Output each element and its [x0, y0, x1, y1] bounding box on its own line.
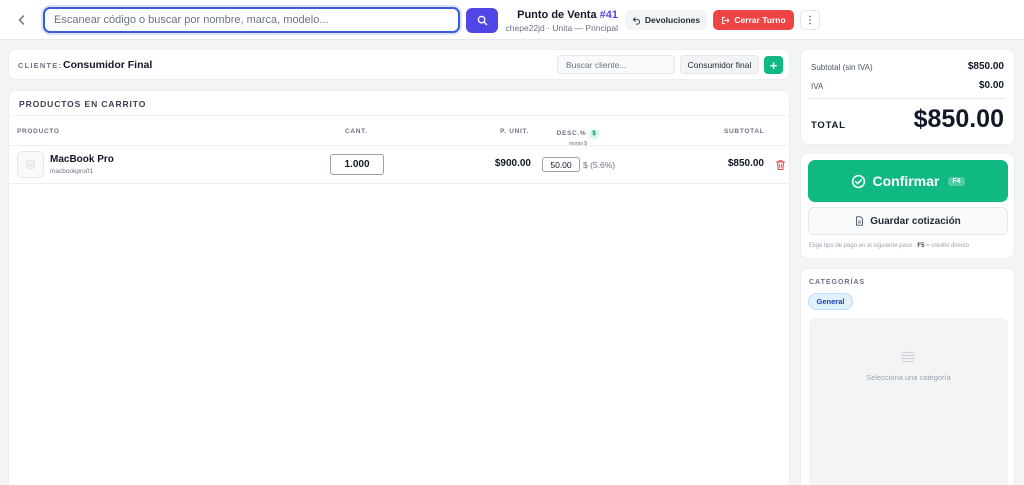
- category-chip-general[interactable]: General: [808, 293, 853, 310]
- col-cant: CANT.: [345, 128, 368, 135]
- product-sku: macbookpro01: [50, 168, 93, 175]
- total-value: $850.00: [913, 105, 1004, 133]
- cliente-search-input[interactable]: [557, 55, 675, 74]
- remove-item-button[interactable]: [775, 158, 786, 171]
- subtotal-value: $850.00: [967, 61, 1004, 72]
- confirm-button[interactable]: Confirmar F4: [808, 160, 1008, 202]
- pos-title: Punto de Venta #41: [505, 9, 618, 21]
- total-label: TOTAL: [811, 120, 846, 131]
- quantity-input[interactable]: [330, 154, 384, 175]
- cart-row: MacBook Pro macbookpro01 $900.00 $ (5.6%…: [9, 146, 789, 184]
- col-punit: P. UNIT.: [500, 128, 529, 135]
- confirm-label: Confirmar: [872, 173, 940, 189]
- hint-key: F5: [917, 243, 925, 249]
- iva-value: $0.00: [978, 80, 1004, 91]
- col-producto: PRODUCTO: [17, 128, 60, 135]
- cerrar-turno-label: Cerrar Turno: [734, 15, 786, 25]
- pos-title-label: Punto de Venta: [517, 9, 597, 21]
- col-desc: DESC.% $ monto $: [547, 122, 609, 147]
- discount-meta: $ (5.6%): [583, 160, 616, 170]
- chevron-left-icon: [18, 15, 25, 25]
- devoluciones-button[interactable]: Devoluciones: [625, 10, 707, 30]
- category-empty-state: Selecciona una categoría: [809, 318, 1008, 485]
- consumidor-final-button[interactable]: Consumidor final: [680, 55, 759, 74]
- save-quote-label: Guardar cotización: [870, 215, 961, 227]
- totals-divider: [809, 98, 1006, 99]
- totals-card: Subtotal (sin IVA) $850.00 IVA $0.00 TOT…: [800, 49, 1015, 145]
- document-icon: [856, 216, 864, 226]
- cerrar-turno-button[interactable]: Cerrar Turno: [713, 10, 794, 30]
- top-bar: Punto de Venta #41 chepe22jd · Unita — P…: [0, 0, 1024, 40]
- unit-price: $900.00: [494, 158, 531, 169]
- cliente-card: CLIENTE: Consumidor Final Consumidor fin…: [8, 49, 790, 80]
- product-name: MacBook Pro: [50, 154, 114, 165]
- discount-input[interactable]: [542, 157, 580, 172]
- image-placeholder-icon: [26, 160, 35, 169]
- iva-label: IVA: [811, 82, 824, 91]
- category-empty-text: Selecciona una categoría: [866, 373, 951, 382]
- pos-info: Punto de Venta #41 chepe22jd · Unita — P…: [505, 9, 618, 33]
- discount-mode-toggle[interactable]: $: [589, 128, 600, 139]
- search-button[interactable]: [466, 8, 498, 33]
- categories-card: CATEGORÍAS General Selecciona una catego…: [800, 268, 1015, 485]
- pos-subtitle: chepe22jd · Unita — Principal: [505, 23, 618, 33]
- confirm-shortcut: F4: [948, 176, 965, 186]
- payment-hint: Elige tipo de pago en el siguiente paso …: [809, 243, 969, 249]
- row-subtotal: $850.00: [727, 158, 764, 169]
- subtotal-label: Subtotal (sin IVA): [811, 63, 873, 72]
- categories-title: CATEGORÍAS: [809, 279, 866, 286]
- logout-icon: [722, 16, 730, 24]
- product-thumbnail: [17, 151, 44, 178]
- more-options-button[interactable]: [800, 10, 820, 30]
- back-button[interactable]: [12, 10, 32, 30]
- cart-card: PRODUCTOS EN CARRITO PRODUCTO CANT. P. U…: [8, 90, 790, 485]
- list-icon: [901, 351, 915, 363]
- col-desc-title: DESC.% $: [556, 128, 600, 139]
- cart-table-header: PRODUCTO CANT. P. UNIT. DESC.% $ monto $…: [9, 115, 789, 147]
- check-circle-icon: [852, 174, 866, 188]
- trash-icon: [775, 160, 786, 171]
- hint-prefix: Elige tipo de pago en el siguiente paso …: [809, 243, 916, 249]
- more-vertical-icon: [809, 15, 811, 25]
- search-icon: [477, 15, 487, 26]
- pos-number: #41: [599, 9, 618, 21]
- devoluciones-label: Devoluciones: [644, 15, 701, 25]
- hint-suffix: = crédito directo: [926, 243, 969, 249]
- add-cliente-button[interactable]: +: [764, 56, 783, 74]
- product-search-box: [43, 7, 460, 33]
- actions-card: Confirmar F4 Guardar cotización Elige ti…: [800, 153, 1015, 259]
- save-quote-button[interactable]: Guardar cotización: [808, 207, 1008, 235]
- product-search-input[interactable]: [45, 9, 458, 31]
- cliente-label: CLIENTE:: [18, 61, 63, 70]
- undo-icon: [632, 16, 640, 25]
- cart-title: PRODUCTOS EN CARRITO: [19, 99, 147, 109]
- cliente-name: Consumidor Final: [63, 59, 153, 71]
- col-subtotal: SUBTOTAL: [724, 128, 765, 135]
- col-desc-label: DESC.%: [556, 130, 587, 137]
